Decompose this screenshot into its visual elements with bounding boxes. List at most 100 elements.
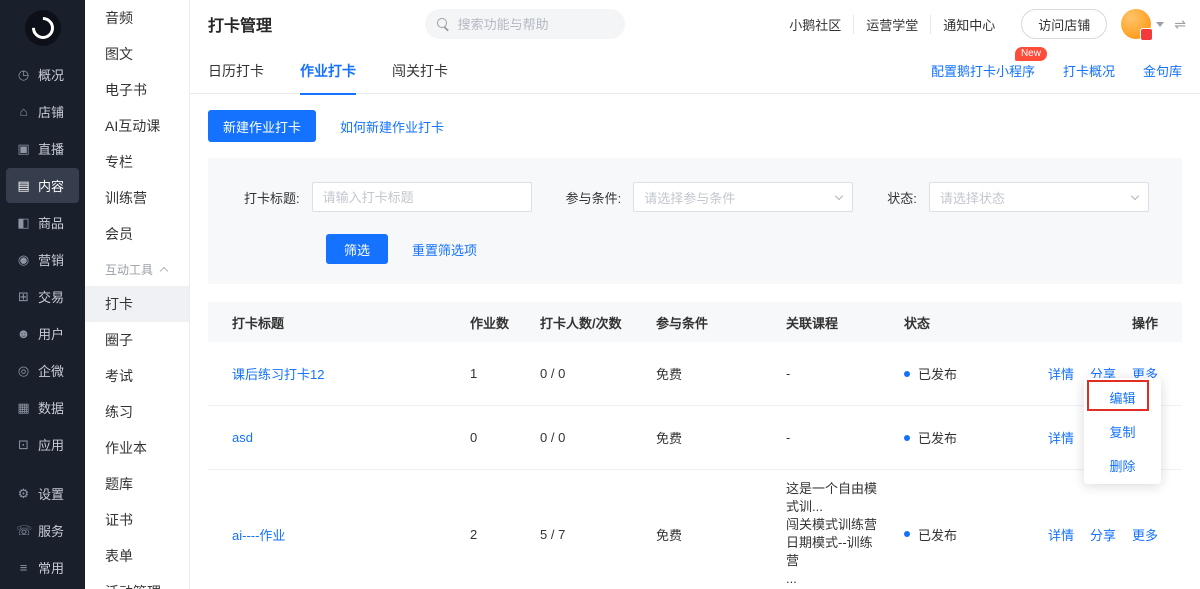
how-to-create-link[interactable]: 如何新建作业打卡 [340,117,444,136]
subnav-item-checkin[interactable]: 打卡 [85,286,189,322]
detail-link[interactable]: 详情 [1048,525,1074,544]
table-header-row: 打卡标题 作业数 打卡人数/次数 参与条件 关联课程 状态 操作 [208,302,1182,342]
status-dot [904,371,910,377]
filter-group-title: 打卡标题: [244,182,532,212]
sidebar-item-users[interactable]: ☻ 用户 [6,316,79,351]
menu-item-copy[interactable]: 复制 [1084,414,1161,448]
sidebar-item-favorites[interactable]: ≡ 常用 [6,550,79,585]
menu-item-delete[interactable]: 删除 [1084,448,1161,482]
course-line: 这是一个自由模式训... [786,480,880,516]
search-box[interactable] [425,9,625,39]
sidebar-item-overview[interactable]: ◷ 概况 [6,57,79,92]
col-header-actions: 操作 [1032,313,1182,332]
sidebar-item-goods[interactable]: ◧ 商品 [6,205,79,240]
tab-calendar-checkin[interactable]: 日历打卡 [208,48,264,94]
link-quote-library[interactable]: 金句库 [1143,61,1182,80]
checkin-table: 打卡标题 作业数 打卡人数/次数 参与条件 关联课程 状态 操作 课后练习打卡1… [208,302,1182,589]
tab-homework-checkin[interactable]: 作业打卡 [300,48,356,94]
table-row: 课后练习打卡12 1 0 / 0 免费 - 已发布 详情 分享 更多 [208,342,1182,406]
reset-filters-link[interactable]: 重置筛选项 [412,240,477,259]
condition-select[interactable]: 请选择参与条件 [633,182,853,212]
sidebar-item-service[interactable]: ☏ 服务 [6,513,79,548]
detail-link[interactable]: 详情 [1048,428,1074,447]
tab-challenge-checkin[interactable]: 闯关打卡 [392,48,448,94]
sidebar-item-label: 店铺 [38,102,64,121]
col-header-participants: 打卡人数/次数 [516,313,632,332]
app-window: ◷ 概况 ⌂ 店铺 ▣ 直播 ▤ 内容 ◧ 商品 ◉ 营销 ⊞ 交易 ☻ 用户 [0,0,1200,589]
subnav-group-interactive-tools[interactable]: 互动工具 [85,252,189,286]
detail-link[interactable]: 详情 [1048,364,1074,383]
secondary-sidebar: 音频 图文 电子书 AI互动课 专栏 训练营 会员 互动工具 打卡 圈子 考试 … [85,0,190,589]
row-participants: 0 / 0 [516,430,632,445]
subnav-item-practice[interactable]: 练习 [85,394,189,430]
sidebar-group-divider [0,463,85,475]
main-area: 打卡管理 小鹅社区 运营学堂 通知中心 访问店铺 ⇌ 日历打卡 作业打卡 [190,0,1200,589]
subnav-item-camp[interactable]: 训练营 [85,180,189,216]
subnav-item-column[interactable]: 专栏 [85,144,189,180]
link-checkin-overview[interactable]: 打卡概况 [1063,61,1115,80]
sidebar-item-settings[interactable]: ⚙ 设置 [6,476,79,511]
share-link[interactable]: 分享 [1090,525,1116,544]
chevron-up-icon [160,266,168,274]
subnav-item-image-text[interactable]: 图文 [85,36,189,72]
subnav-item-ebook[interactable]: 电子书 [85,72,189,108]
subnav-item-circle[interactable]: 圈子 [85,322,189,358]
new-homework-checkin-button[interactable]: 新建作业打卡 [208,110,316,142]
chevron-down-icon [1156,22,1164,27]
link-notifications[interactable]: 通知中心 [930,15,1007,34]
app-logo[interactable] [0,0,85,56]
menu-item-edit[interactable]: 编辑 [1084,380,1161,414]
row-course: - [762,430,880,445]
filter-row: 打卡标题: 参与条件: 请选择参与条件 状态: 请选择状态 [244,182,1182,212]
link-community[interactable]: 小鹅社区 [777,15,853,34]
subnav-item-exam[interactable]: 考试 [85,358,189,394]
sidebar-item-label: 营销 [38,250,64,269]
subnav-item-membership[interactable]: 会员 [85,216,189,252]
account-menu[interactable] [1121,9,1164,39]
link-academy[interactable]: 运营学堂 [853,15,930,34]
col-header-title: 打卡标题 [208,313,446,332]
sidebar-item-label: 概况 [38,65,64,84]
checkin-title-input[interactable] [312,182,532,212]
sidebar-item-shop[interactable]: ⌂ 店铺 [6,94,79,129]
row-title-link[interactable]: 课后练习打卡12 [208,364,446,383]
shop-icon: ⌂ [16,104,31,119]
sidebar-item-live[interactable]: ▣ 直播 [6,131,79,166]
visit-shop-button[interactable]: 访问店铺 [1021,9,1107,39]
row-condition: 免费 [632,428,762,447]
sidebar-item-content[interactable]: ▤ 内容 [6,168,79,203]
subnav-item-certificate[interactable]: 证书 [85,502,189,538]
primary-sidebar: ◷ 概况 ⌂ 店铺 ▣ 直播 ▤ 内容 ◧ 商品 ◉ 营销 ⊞ 交易 ☻ 用户 [0,0,85,589]
search-input[interactable] [458,17,613,32]
row-title-link[interactable]: ai----作业 [208,525,446,544]
sidebar-item-apps[interactable]: ⊡ 应用 [6,427,79,462]
subnav-item-question-bank[interactable]: 题库 [85,466,189,502]
filter-button[interactable]: 筛选 [326,234,388,264]
status-text: 已发布 [918,525,957,544]
subnav-item-form[interactable]: 表单 [85,538,189,574]
sidebar-item-wecom[interactable]: ◎ 企微 [6,353,79,388]
sidebar-item-marketing[interactable]: ◉ 营销 [6,242,79,277]
status-dot [904,531,910,537]
subnav-item-ai-course[interactable]: AI互动课 [85,108,189,144]
switch-account-icon[interactable]: ⇌ [1174,16,1186,33]
status-select[interactable]: 请选择状态 [929,182,1149,212]
row-title-link[interactable]: asd [208,430,446,445]
subnav-item-activity[interactable]: 活动管理 [85,574,189,589]
filter-group-condition: 参与条件: 请选择参与条件 [566,182,854,212]
live-icon: ▣ [16,141,31,157]
more-link[interactable]: 更多 [1132,525,1158,544]
sidebar-item-trade[interactable]: ⊞ 交易 [6,279,79,314]
avatar[interactable] [1121,9,1151,39]
subnav-item-audio[interactable]: 音频 [85,0,189,36]
link-configure-miniprogram[interactable]: 配置鹅打卡小程序 New [931,61,1035,80]
table-row: ai----作业 2 5 / 7 免费 这是一个自由模式训... 闯关模式训练营… [208,470,1182,589]
row-homework-count: 1 [446,366,516,381]
table-row: asd 0 0 / 0 免费 - 已发布 详情 分享 更多 [208,406,1182,470]
sidebar-item-data[interactable]: ▦ 数据 [6,390,79,425]
subnav-item-homework-book[interactable]: 作业本 [85,430,189,466]
top-bar: 打卡管理 小鹅社区 运营学堂 通知中心 访问店铺 ⇌ [190,0,1200,48]
row-condition: 免费 [632,525,762,544]
sidebar-item-label: 交易 [38,287,64,306]
status-text: 已发布 [918,364,957,383]
